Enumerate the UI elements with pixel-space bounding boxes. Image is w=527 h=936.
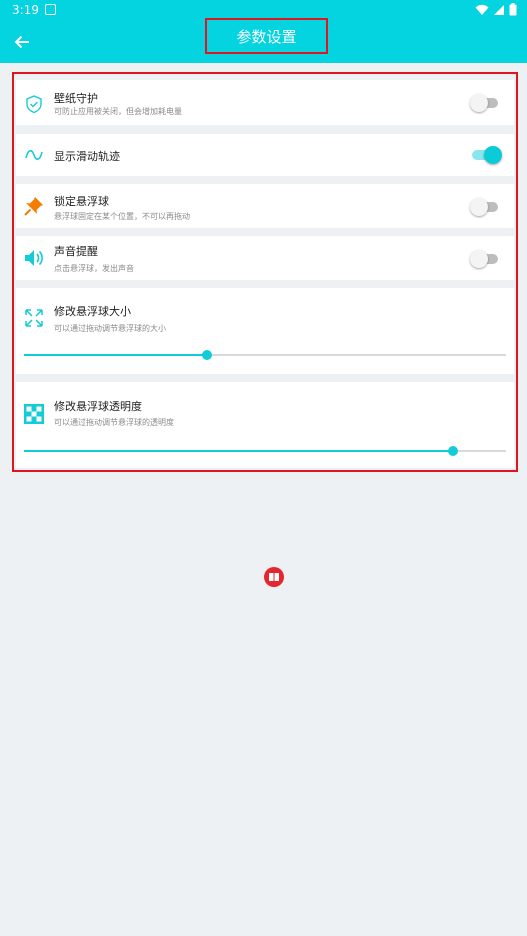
- book-icon: [269, 573, 279, 581]
- setting-subtitle: 可以通过拖动调节悬浮球的透明度: [54, 418, 174, 427]
- slider-fill: [24, 354, 208, 356]
- setting-subtitle: 可防止应用被关闭，但会增加耗电量: [54, 107, 182, 116]
- ball-opacity-slider[interactable]: [24, 444, 506, 458]
- battery-icon: [509, 3, 517, 16]
- notification-icon: [45, 4, 56, 15]
- page-title-highlight: 参数设置: [205, 18, 328, 54]
- wifi-icon: [475, 4, 489, 15]
- setting-title: 显示滑动轨迹: [54, 150, 120, 163]
- slider-knob[interactable]: [202, 350, 213, 360]
- ball-size-slider[interactable]: [24, 348, 506, 362]
- system-icons: [475, 3, 517, 16]
- slider-fill: [24, 450, 453, 452]
- setting-subtitle: 悬浮球固定在某个位置，不可以再拖动: [54, 212, 190, 221]
- page-title: 参数设置: [236, 27, 297, 46]
- switch-thumb: [470, 198, 488, 216]
- app-bar: 参数设置: [0, 18, 527, 63]
- setting-row-wallpaper-guard[interactable]: 壁纸守护 可防止应用被关闭，但会增加耗电量: [16, 80, 514, 125]
- setting-title: 锁定悬浮球: [54, 195, 109, 208]
- setting-title: 声音提醒: [54, 245, 98, 258]
- cell-signal-icon: [494, 4, 504, 15]
- setting-subtitle: 点击悬浮球，发出声音: [54, 264, 134, 273]
- sound-switch[interactable]: [470, 250, 498, 268]
- show-trail-switch[interactable]: [472, 146, 502, 164]
- speaker-icon: [22, 246, 46, 270]
- setting-title: 修改悬浮球透明度: [54, 400, 142, 413]
- wallpaper-guard-switch[interactable]: [470, 94, 498, 112]
- checkerboard-icon: [22, 402, 46, 426]
- setting-subtitle: 可以通过拖动调节悬浮球的大小: [54, 324, 166, 333]
- status-time: 3:19: [12, 3, 39, 17]
- arrow-left-icon: [14, 35, 29, 49]
- shield-check-icon: [22, 92, 46, 116]
- setting-row-ball-opacity: 修改悬浮球透明度 可以通过拖动调节悬浮球的透明度: [16, 382, 514, 468]
- setting-title: 壁纸守护: [54, 92, 98, 105]
- switch-thumb: [470, 94, 488, 112]
- floating-ball[interactable]: [264, 567, 284, 587]
- setting-row-lock-ball[interactable]: 锁定悬浮球 悬浮球固定在某个位置，不可以再拖动: [16, 184, 514, 228]
- slider-knob[interactable]: [447, 446, 458, 456]
- setting-row-sound[interactable]: 声音提醒 点击悬浮球，发出声音: [16, 236, 514, 280]
- switch-thumb: [470, 250, 488, 268]
- setting-row-ball-size: 修改悬浮球大小 可以通过拖动调节悬浮球的大小: [16, 288, 514, 374]
- setting-title: 修改悬浮球大小: [54, 305, 131, 318]
- setting-row-show-trail[interactable]: 显示滑动轨迹: [16, 134, 514, 176]
- lock-ball-switch[interactable]: [470, 198, 498, 216]
- settings-panel: 壁纸守护 可防止应用被关闭，但会增加耗电量 显示滑动轨迹 锁定悬浮球 悬浮球固定…: [12, 72, 518, 472]
- back-button[interactable]: [8, 28, 36, 56]
- pin-icon: [22, 194, 46, 218]
- wave-icon: [22, 143, 46, 167]
- switch-thumb: [484, 146, 502, 164]
- expand-arrows-icon: [22, 306, 46, 330]
